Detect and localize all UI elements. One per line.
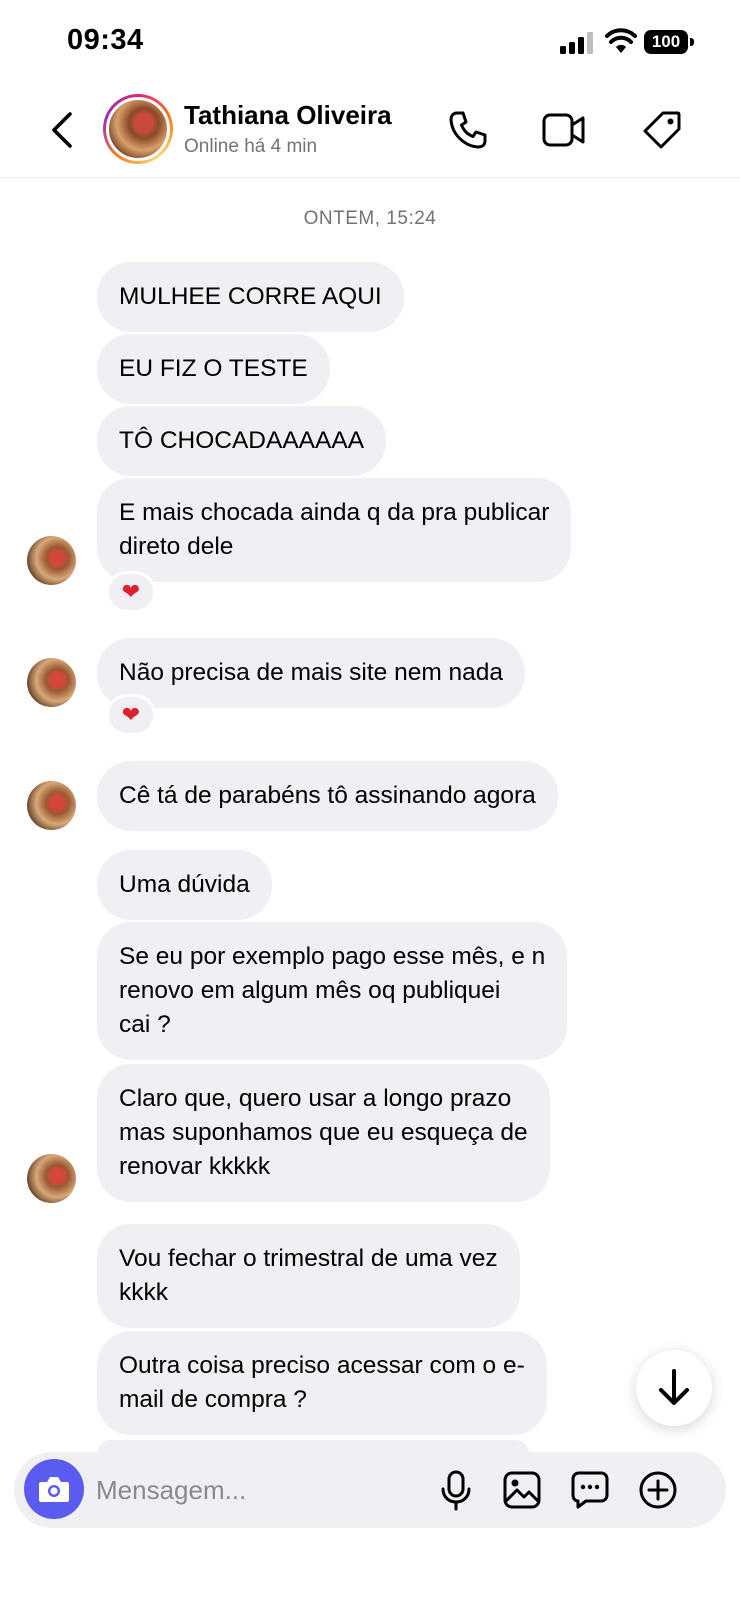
chat-header: Tathiana Oliveira Online há 4 min	[0, 84, 740, 178]
back-button[interactable]	[40, 102, 84, 158]
scroll-to-bottom-button[interactable]	[636, 1350, 712, 1426]
back-icon	[52, 112, 72, 148]
add-button[interactable]	[634, 1466, 682, 1514]
sticker-icon	[571, 1471, 609, 1509]
message-bubble[interactable]: Uma dúvida	[97, 850, 272, 920]
message-bubble[interactable]: Se eu por exemplo pago esse mês, e n ren…	[97, 922, 568, 1060]
video-icon	[542, 113, 585, 147]
contact-status: Online há 4 min	[184, 136, 318, 157]
status-time: 09:34	[67, 24, 144, 56]
tag-icon	[643, 111, 681, 149]
contact-name[interactable]: Tathiana Oliveira	[184, 100, 392, 131]
message-bubble[interactable]: Não precisa de mais site nem nada	[97, 638, 526, 708]
camera-icon	[39, 1477, 69, 1502]
sender-avatar[interactable]	[27, 536, 76, 585]
battery-level: 100	[644, 30, 688, 54]
message-bubble[interactable]: Outra coisa preciso acessar com o e- mai…	[97, 1331, 547, 1435]
sender-avatar[interactable]	[27, 658, 76, 707]
phone-icon	[449, 111, 487, 149]
arrow-down-icon	[659, 1369, 689, 1405]
message-bubble[interactable]: EU FIZ O TESTE	[97, 334, 330, 404]
message-composer	[14, 1452, 726, 1528]
video-call-button[interactable]	[540, 106, 588, 154]
message-bubble[interactable]: TÔ CHOCADAAAAAA	[97, 406, 387, 476]
gallery-button[interactable]	[498, 1466, 546, 1514]
plus-icon	[639, 1471, 677, 1509]
message-bubble[interactable]: Vou fechar o trimestral de uma vez kkkk	[97, 1224, 520, 1328]
camera-button[interactable]	[24, 1459, 84, 1519]
message-bubble[interactable]: E mais chocada ainda q da pra publicar d…	[97, 478, 572, 582]
battery-icon: 100	[644, 30, 694, 54]
voice-message-button[interactable]	[432, 1466, 480, 1514]
message-bubble[interactable]: Claro que, quero usar a longo prazo mas …	[97, 1064, 550, 1202]
tag-button[interactable]	[638, 106, 686, 154]
microphone-icon	[441, 1470, 471, 1511]
gallery-icon	[503, 1471, 541, 1509]
sender-avatar[interactable]	[27, 1154, 76, 1203]
chat-timestamp: ONTEM, 15:24	[303, 208, 437, 229]
message-input[interactable]	[96, 1470, 416, 1510]
wifi-icon	[605, 28, 637, 53]
sticker-button[interactable]	[566, 1466, 614, 1514]
heart-reaction[interactable]: ❤	[106, 694, 156, 736]
signal-icon	[560, 32, 593, 54]
heart-reaction[interactable]: ❤	[106, 571, 156, 613]
status-bar: 09:34 100	[0, 0, 740, 84]
message-bubble[interactable]: Cê tá de parabéns tô assinando agora	[97, 761, 558, 831]
voice-call-button[interactable]	[444, 106, 492, 154]
sender-avatar[interactable]	[27, 781, 76, 830]
contact-avatar[interactable]	[103, 94, 173, 164]
message-bubble[interactable]: MULHEE CORRE AQUI	[97, 262, 404, 332]
